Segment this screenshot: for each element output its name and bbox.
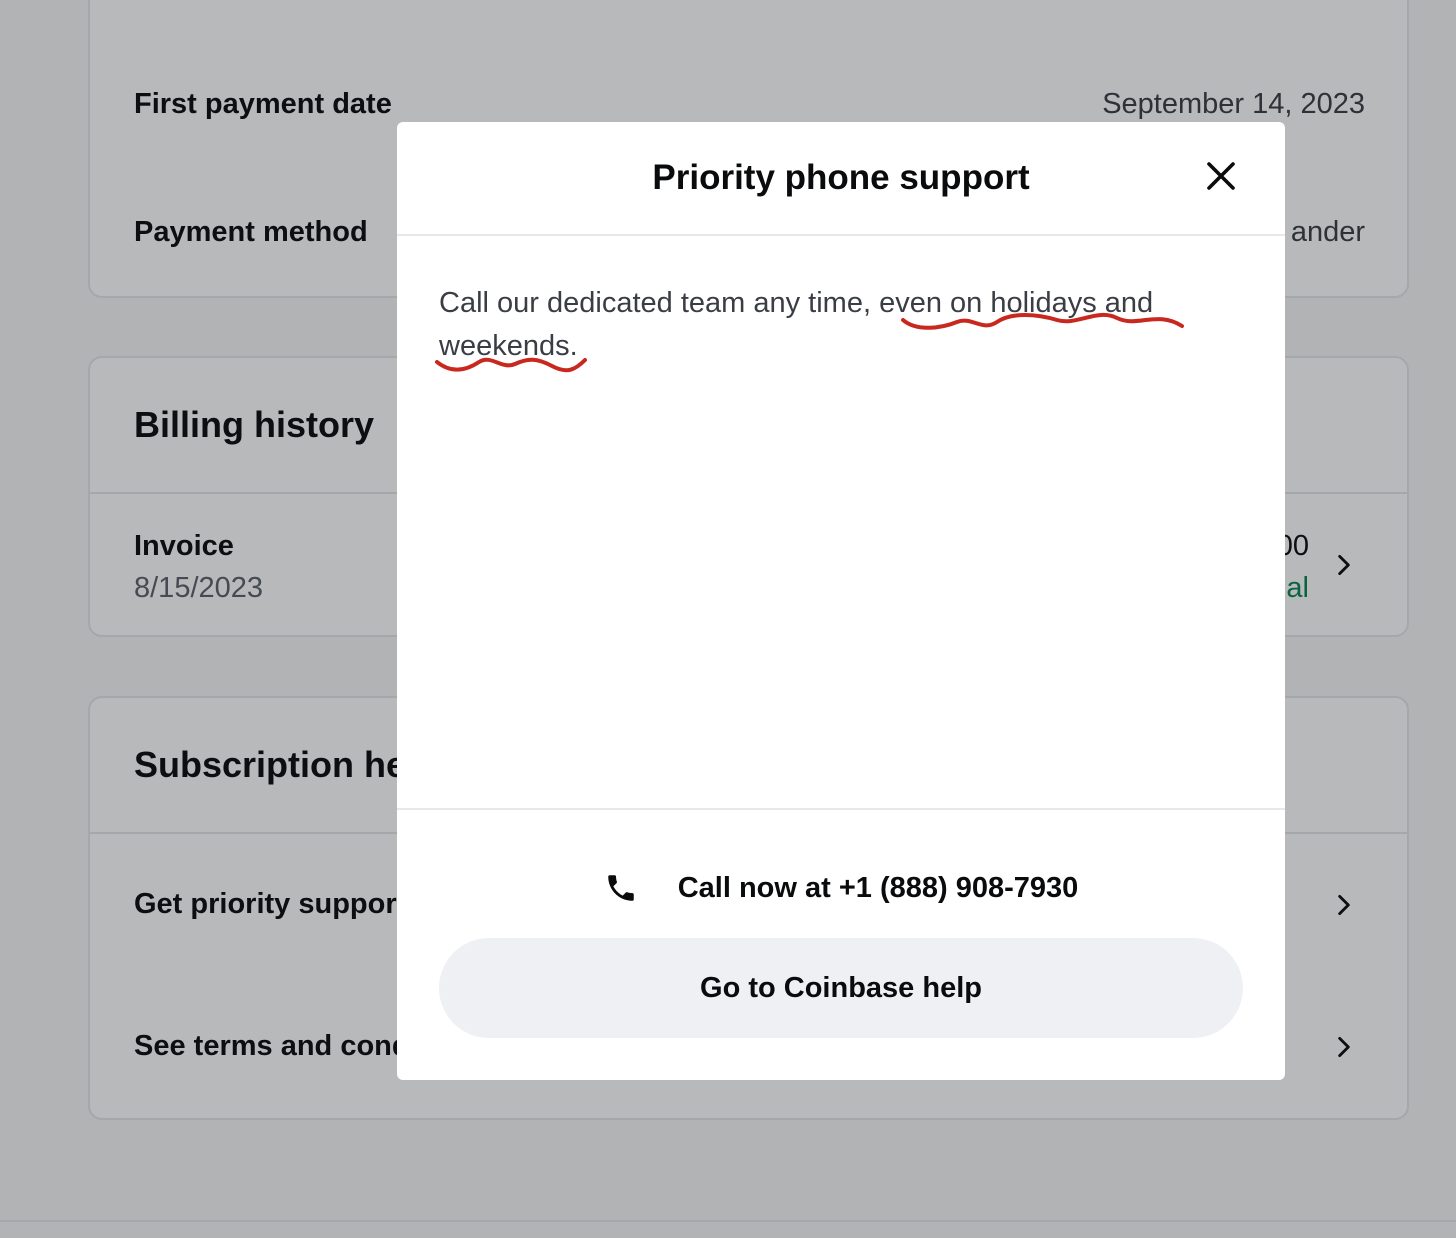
description-highlight-1: even on holidays and xyxy=(879,287,1154,319)
priority-support-modal: Priority phone support Call our dedicate… xyxy=(397,122,1285,1080)
modal-title: Priority phone support xyxy=(652,158,1030,197)
call-now-link[interactable]: Call now at +1 (888) 908-7930 xyxy=(397,866,1285,910)
divider xyxy=(397,808,1285,810)
modal-description: Call our dedicated team any time, even o… xyxy=(439,282,1219,368)
description-highlight-2: weekends. xyxy=(439,330,578,362)
close-icon[interactable] xyxy=(1203,158,1239,194)
call-now-label: Call now at +1 (888) 908-7930 xyxy=(677,871,1079,904)
go-to-help-button[interactable]: Go to Coinbase help xyxy=(439,938,1243,1038)
modal-header: Priority phone support xyxy=(397,122,1285,236)
phone-icon xyxy=(607,875,634,901)
description-text: Call our dedicated team any time, xyxy=(439,287,880,319)
annotation-underline xyxy=(435,312,1184,373)
page: First payment date September 14, 2023 Pa… xyxy=(0,0,1456,1238)
